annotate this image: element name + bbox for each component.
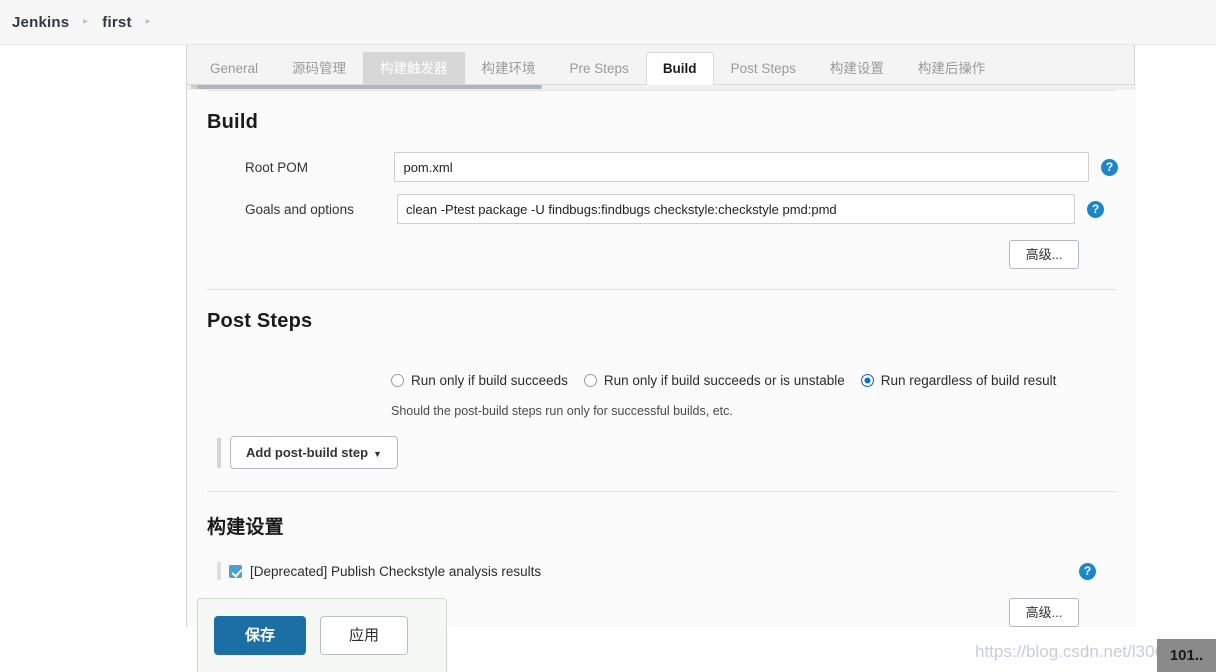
page-body: General 源码管理 构建触发器 构建环境 Pre Steps Build …	[0, 45, 1216, 672]
build-settings-advanced-button[interactable]: 高级...	[1009, 598, 1079, 627]
breadcrumb-item-jenkins[interactable]: Jenkins	[12, 14, 69, 31]
tab-post-build-actions[interactable]: 构建后操作	[901, 52, 1003, 86]
add-post-build-step-label: Add post-build step	[246, 445, 369, 460]
form-row-root-pom: Root POM ?	[205, 152, 1118, 182]
help-icon-goals[interactable]: ?	[1087, 200, 1104, 218]
radio-option-succeeds[interactable]: Run only if build succeeds	[391, 373, 568, 388]
publish-checkstyle-label: [Deprecated] Publish Checkstyle analysis…	[250, 563, 542, 579]
form-row-goals: Goals and options ?	[205, 194, 1118, 224]
radio-icon-regardless[interactable]	[860, 374, 874, 387]
save-button[interactable]: 保存	[214, 616, 307, 655]
watermark-text: https://blog.csdn.net/l30649	[975, 642, 1183, 661]
section-title-post-steps: Post Steps	[207, 310, 313, 332]
add-post-build-step-row: Add post-build step ▼	[205, 436, 1118, 469]
breadcrumb: Jenkins ▸ first ▸	[0, 0, 1216, 45]
help-icon-root-pom[interactable]: ?	[1101, 158, 1118, 176]
publish-checkstyle-checkbox[interactable]	[229, 564, 242, 578]
floating-save-bar: 保存 应用	[197, 598, 447, 672]
label-goals-and-options: Goals and options	[245, 201, 354, 217]
tab-post-steps[interactable]: Post Steps	[714, 52, 813, 86]
radio-label-succeeds-or-unstable: Run only if build succeeds or is unstabl…	[603, 373, 845, 388]
checkbox-drag-handle-icon[interactable]	[217, 562, 221, 580]
breadcrumb-separator-icon-2: ▸	[145, 16, 151, 27]
tab-build-settings[interactable]: 构建设置	[813, 52, 901, 86]
scrollbar-thumb[interactable]	[197, 85, 542, 89]
root-pom-input[interactable]	[394, 152, 1089, 182]
tab-general[interactable]: General	[193, 52, 275, 86]
section-title-build-settings: 构建设置	[207, 517, 284, 538]
tab-build-triggers[interactable]: 构建触发器	[363, 51, 465, 85]
post-steps-radio-group: Run only if build succeeds Run only if b…	[205, 373, 1118, 388]
radio-option-regardless[interactable]: Run regardless of build result	[860, 373, 1057, 388]
radio-icon-succeeds[interactable]	[391, 374, 404, 387]
radio-label-regardless: Run regardless of build result	[880, 373, 1057, 388]
label-root-pom: Root POM	[245, 159, 309, 175]
publish-checkstyle-row: [Deprecated] Publish Checkstyle analysis…	[205, 562, 1118, 580]
drag-handle-icon[interactable]	[217, 437, 221, 468]
breadcrumb-item-first[interactable]: first	[102, 14, 131, 31]
tab-build-environment[interactable]: 构建环境	[465, 52, 553, 86]
tab-pre-steps[interactable]: Pre Steps	[553, 52, 646, 86]
goals-and-options-input[interactable]	[397, 194, 1075, 224]
config-tab-bar: General 源码管理 构建触发器 构建环境 Pre Steps Build …	[187, 45, 1134, 85]
radio-icon-succeeds-or-unstable[interactable]	[583, 374, 597, 387]
radio-label-succeeds: Run only if build succeeds	[411, 373, 568, 388]
section-title-build: Build	[207, 111, 258, 133]
breadcrumb-separator-icon: ▸	[83, 16, 89, 27]
post-steps-hint: Should the post-build steps run only for…	[391, 404, 733, 418]
radio-option-succeeds-or-unstable[interactable]: Run only if build succeeds or is unstabl…	[583, 373, 845, 388]
status-tooltip: 101..	[1157, 639, 1216, 672]
config-content: Build Root POM ? Goals and options ? 高级.…	[187, 90, 1136, 627]
chevron-down-icon: ▼	[373, 449, 382, 459]
tab-source-management[interactable]: 源码管理	[275, 52, 363, 86]
add-post-build-step-button[interactable]: Add post-build step ▼	[230, 436, 398, 469]
tab-build[interactable]: Build	[645, 51, 714, 85]
apply-button[interactable]: 应用	[320, 616, 409, 655]
build-advanced-row: 高级...	[205, 240, 1118, 269]
job-config-panel: General 源码管理 构建触发器 构建环境 Pre Steps Build …	[186, 45, 1136, 627]
help-icon-publish-checkstyle[interactable]: ?	[1079, 562, 1096, 580]
build-advanced-button[interactable]: 高级...	[1009, 240, 1079, 269]
